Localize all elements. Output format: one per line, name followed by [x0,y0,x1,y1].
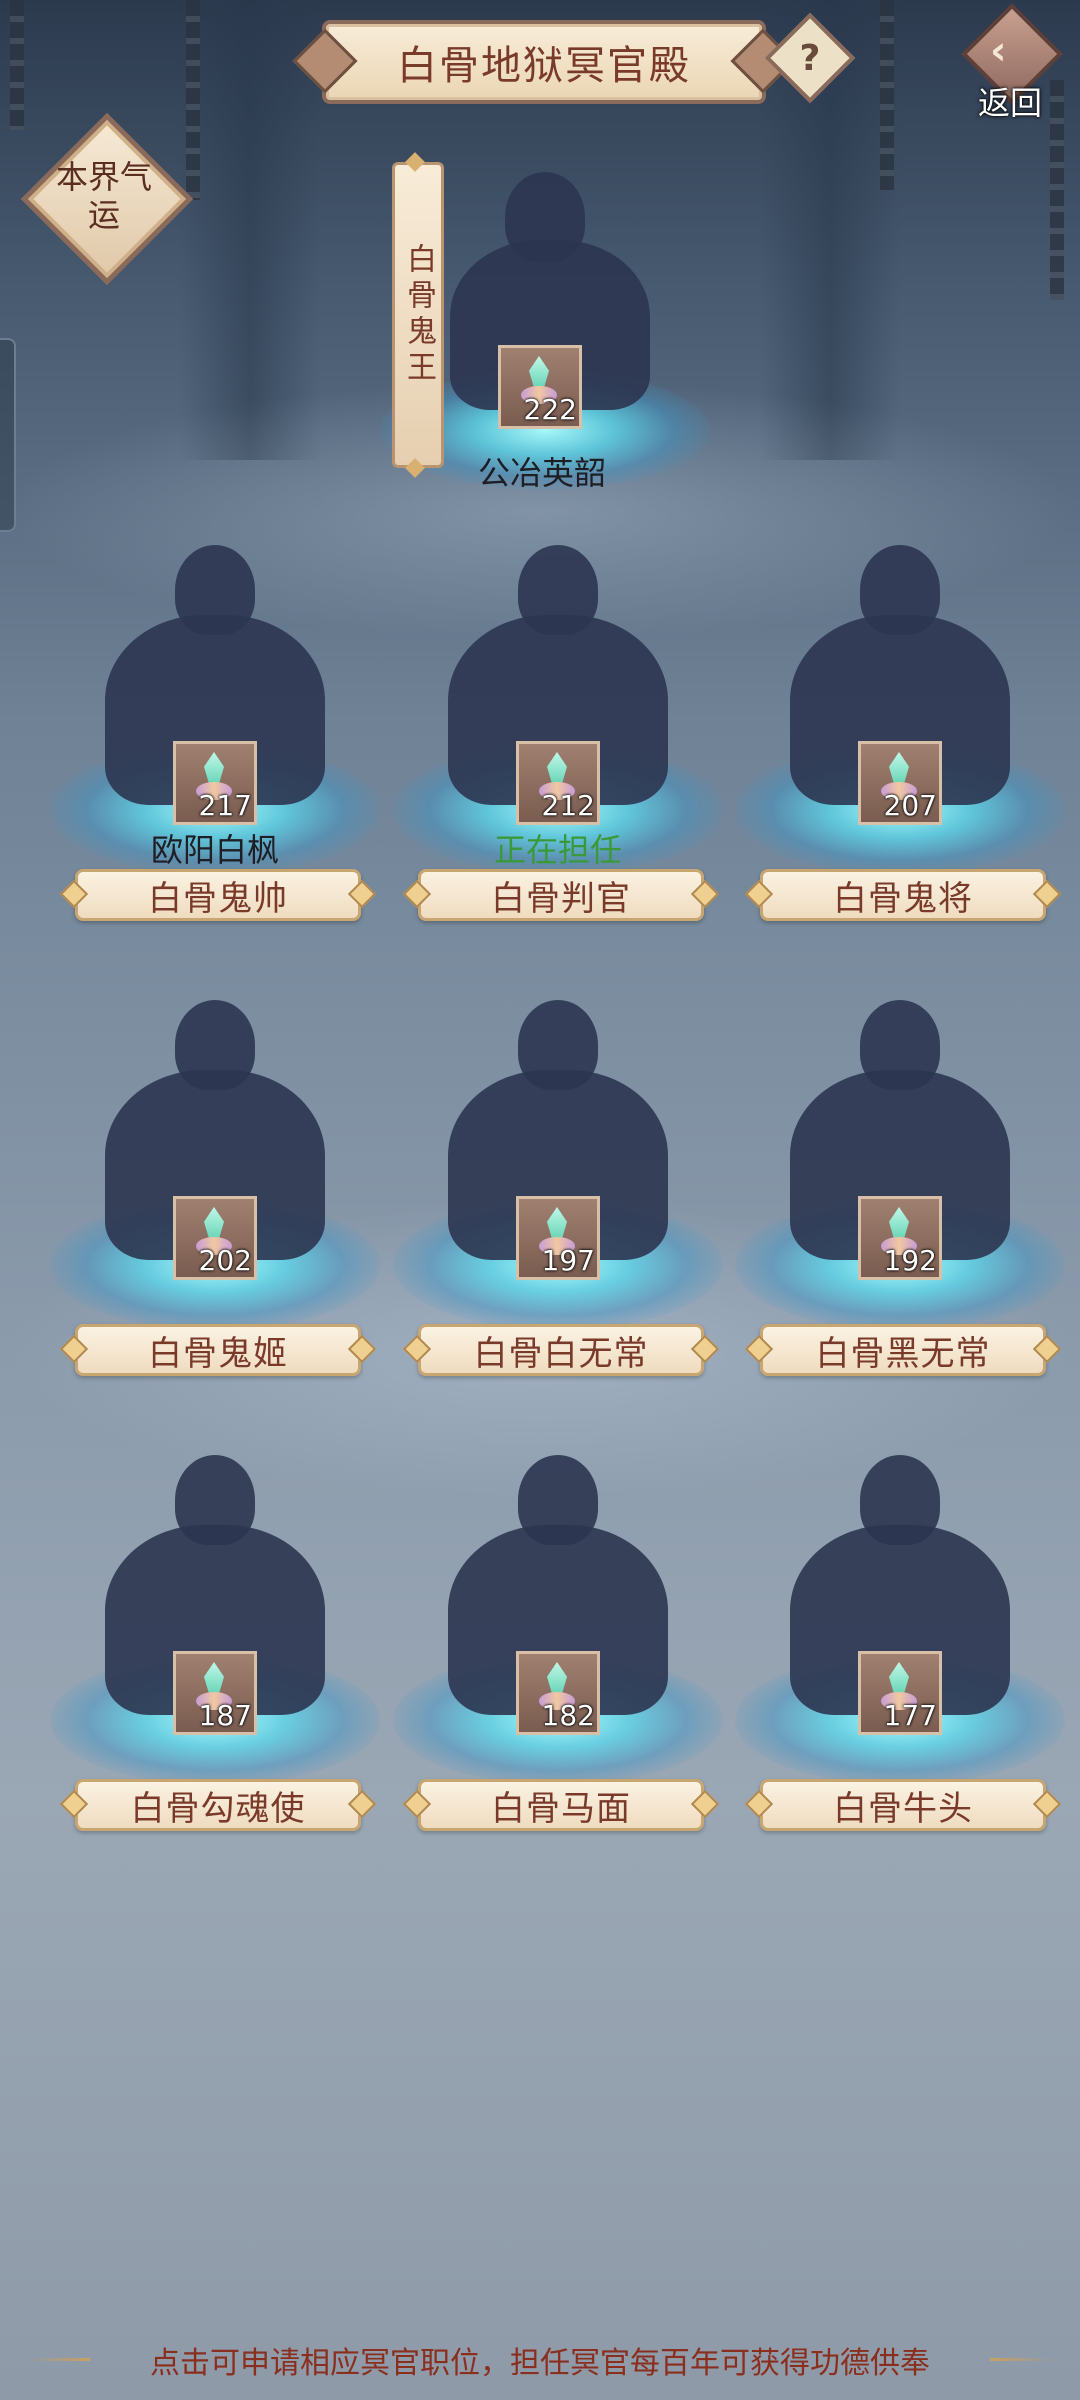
back-button[interactable]: ‹ 返回 [958,3,1068,122]
slot-rank-level: 207 [883,789,937,822]
slot-position-plate[interactable]: 白骨马面 [418,1779,704,1831]
slot-rank-badge: 182 [516,1651,600,1735]
slot-rank-level: 182 [541,1699,595,1732]
slot-position-plate[interactable]: 白骨牛头 [760,1779,1046,1831]
slot-rank-badge: 192 [858,1196,942,1280]
slot-rank-badge: 177 [858,1651,942,1735]
slot-rank-badge: 212 [516,741,600,825]
slot-position-plate[interactable]: 白骨白无常 [418,1324,704,1376]
slot-rank-level: 212 [541,789,595,822]
slot-position-plate[interactable]: 白骨鬼将 [760,869,1046,921]
background-chain [10,0,24,130]
slot-rank-badge: 202 [173,1196,257,1280]
king-title: 白骨鬼王 [401,243,436,387]
slot-rank-level: 202 [198,1244,252,1277]
slot-position-label: 白骨马面 [491,1788,631,1829]
slot-position-label: 白骨勾魂使 [130,1788,306,1829]
question-icon: ? [799,37,821,79]
slot-position-plate[interactable]: 白骨勾魂使 [75,1779,361,1831]
slot-position-plate[interactable]: 白骨判官 [418,869,704,921]
slot-position-label: 白骨白无常 [473,1333,649,1374]
slot-position-label: 白骨牛头 [833,1788,973,1829]
background-chain [186,0,200,200]
slot-holder-name: 欧阳白枫 [150,831,279,869]
slot-position-label: 白骨鬼将 [833,878,973,919]
footer-ornament-left [30,2358,90,2361]
back-button-label: 返回 [978,84,1043,122]
slot-rank-level: 197 [541,1244,595,1277]
footer-hint-bar: 点击可申请相应冥官职位，担任冥官每百年可获得功德供奉 [0,2330,1080,2390]
realm-fortune-label[interactable]: 本界气运 [52,158,156,234]
page-title-banner: 白骨地狱冥官殿 [322,20,766,104]
slot-position-plate[interactable]: 白骨鬼帅 [75,869,361,921]
slot-holder-name: 正在担任 [493,831,622,869]
king-title-plate: 白骨鬼王 [392,162,444,468]
back-arrow-glyph: ‹ [990,28,1007,74]
slot-position-label: 白骨黑无常 [815,1333,991,1374]
slot-position-label: 白骨判官 [491,878,631,919]
king-holder-name: 公冶英韶 [477,454,606,492]
slot-position-plate[interactable]: 白骨黑无常 [760,1324,1046,1376]
slot-rank-badge: 187 [173,1651,257,1735]
side-drawer-tab[interactable] [0,338,16,532]
slot-rank-badge: 207 [858,741,942,825]
footer-hint-text: 点击可申请相应冥官职位，担任冥官每百年可获得功德供奉 [150,2346,930,2381]
slot-position-plate[interactable]: 白骨鬼姬 [75,1324,361,1376]
page-title: 白骨地狱冥官殿 [397,43,691,89]
slot-rank-level: 217 [198,789,252,822]
slot-rank-level: 177 [883,1699,937,1732]
slot-position-label: 白骨鬼姬 [148,1333,288,1374]
slot-rank-level: 187 [198,1699,252,1732]
slot-rank-level: 192 [883,1244,937,1277]
slot-rank-badge: 217 [173,741,257,825]
background-chain [880,0,894,190]
slot-position-label: 白骨鬼帅 [148,878,288,919]
footer-ornament-right [990,2358,1050,2361]
king-rank-level: 222 [523,393,577,426]
slot-rank-badge: 197 [516,1196,600,1280]
king-rank-badge: 222 [498,345,582,429]
